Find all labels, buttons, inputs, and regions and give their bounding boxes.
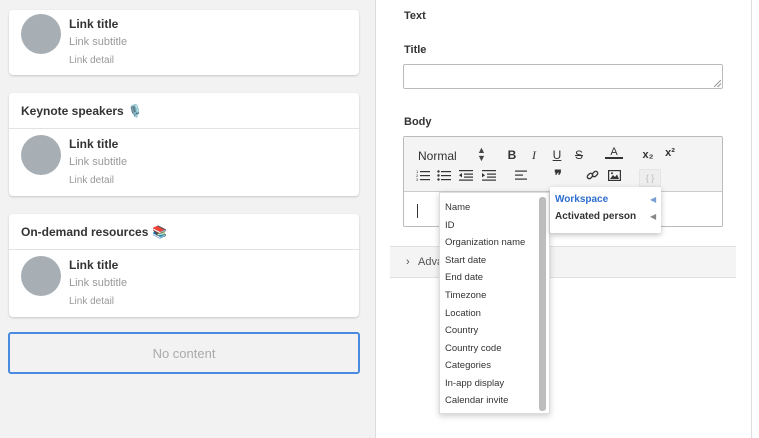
ordered-list-icon[interactable]: 123 [414,167,432,183]
avatar [21,256,61,296]
card-header: Keynote speakers 🎙️ [9,93,359,129]
code-button[interactable]: { } [639,169,661,187]
format-select[interactable]: Normal [418,149,457,163]
dropdown-item-country[interactable]: Country [445,325,478,336]
blockquote-button[interactable]: ❞ [549,167,567,183]
chevron-right-icon: › [406,256,410,268]
bold-button[interactable]: B [503,147,521,163]
title-label: Title [404,44,427,56]
bullet-list-icon[interactable] [435,167,453,183]
activated-person-option[interactable]: Activated person [555,211,636,222]
link-icon[interactable] [583,167,601,183]
dropdown-item-start-date[interactable]: Start date [445,255,486,266]
link-detail: Link detail [69,175,115,186]
dropdown-item-in-app-display[interactable]: In-app display [445,378,504,389]
dropdown-item-timezone[interactable]: Timezone [445,290,486,301]
section-label: Text [404,10,426,22]
title-field[interactable] [403,64,723,89]
submenu-arrow-icon: ◀ [650,195,657,204]
card-header-title: Keynote speakers [21,103,124,118]
underline-button[interactable]: U [548,147,566,163]
link-title: Link title [69,258,119,272]
no-content-dropzone[interactable]: No content [8,332,360,374]
dropdown-item-country-code[interactable]: Country code [445,343,502,354]
dropdown-item-organization-name[interactable]: Organization name [445,237,525,248]
subscript-button[interactable]: x₂ [639,147,657,163]
indent-icon[interactable] [480,167,498,183]
link-subtitle: Link subtitle [69,277,128,289]
text-cursor [417,204,418,218]
link-card-1: Link title Link subtitle Link detail [9,10,359,75]
context-popup: Workspace ◀ Activated person ◀ [550,187,661,233]
resize-grip-icon[interactable] [714,80,721,87]
dropdown-scrollbar[interactable] [539,197,546,411]
avatar [21,14,61,54]
italic-button[interactable]: I [525,147,543,163]
link-detail: Link detail [69,55,115,66]
link-detail: Link detail [69,296,115,307]
link-item[interactable]: Link title Link subtitle Link detail [9,129,359,195]
link-subtitle: Link subtitle [69,156,128,168]
right-edge-scroll [751,0,759,438]
dropdown-item-calendar-invite[interactable]: Calendar invite [445,395,508,406]
image-icon[interactable] [605,167,623,183]
editor-toolbar: Normal ▲ ▼ B I U S A x₂ x² 123 ❞ {} [404,137,722,192]
dropdown-item-id[interactable]: ID [445,220,455,231]
text-color-button[interactable]: A [605,146,623,159]
books-icon: 📚 [152,224,168,239]
outdent-icon[interactable] [457,167,475,183]
link-subtitle: Link subtitle [69,36,128,48]
svg-text:3: 3 [416,177,419,181]
card-header-title: On-demand resources [21,224,149,239]
on-demand-resources-card: On-demand resources 📚 Link title Link su… [9,214,359,317]
superscript-button[interactable]: x² [661,145,679,161]
link-item[interactable]: Link title Link subtitle Link detail [9,10,359,75]
keynote-speakers-card: Keynote speakers 🎙️ Link title Link subt… [9,93,359,196]
microphone-icon: 🎙️ [127,103,143,118]
link-title: Link title [69,137,119,151]
link-title: Link title [69,17,119,31]
card-header: On-demand resources 📚 [9,214,359,250]
submenu-arrow-icon: ◀ [650,212,657,221]
workspace-option[interactable]: Workspace [555,194,608,205]
dropdown-item-categories[interactable]: Categories [445,360,491,371]
link-item[interactable]: Link title Link subtitle Link detail [9,250,359,316]
dropdown-item-location[interactable]: Location [445,308,481,319]
dropdown-item-name[interactable]: Name [445,202,470,213]
dropdown-item-end-date[interactable]: End date [445,272,483,283]
body-label: Body [404,116,432,128]
updown-arrows-icon: ▲ ▼ [477,145,486,163]
strikethrough-button[interactable]: S [570,147,588,163]
field-dropdown[interactable]: Name ID Organization name Start date End… [439,192,550,414]
avatar [21,135,61,175]
align-left-icon[interactable] [513,167,531,183]
